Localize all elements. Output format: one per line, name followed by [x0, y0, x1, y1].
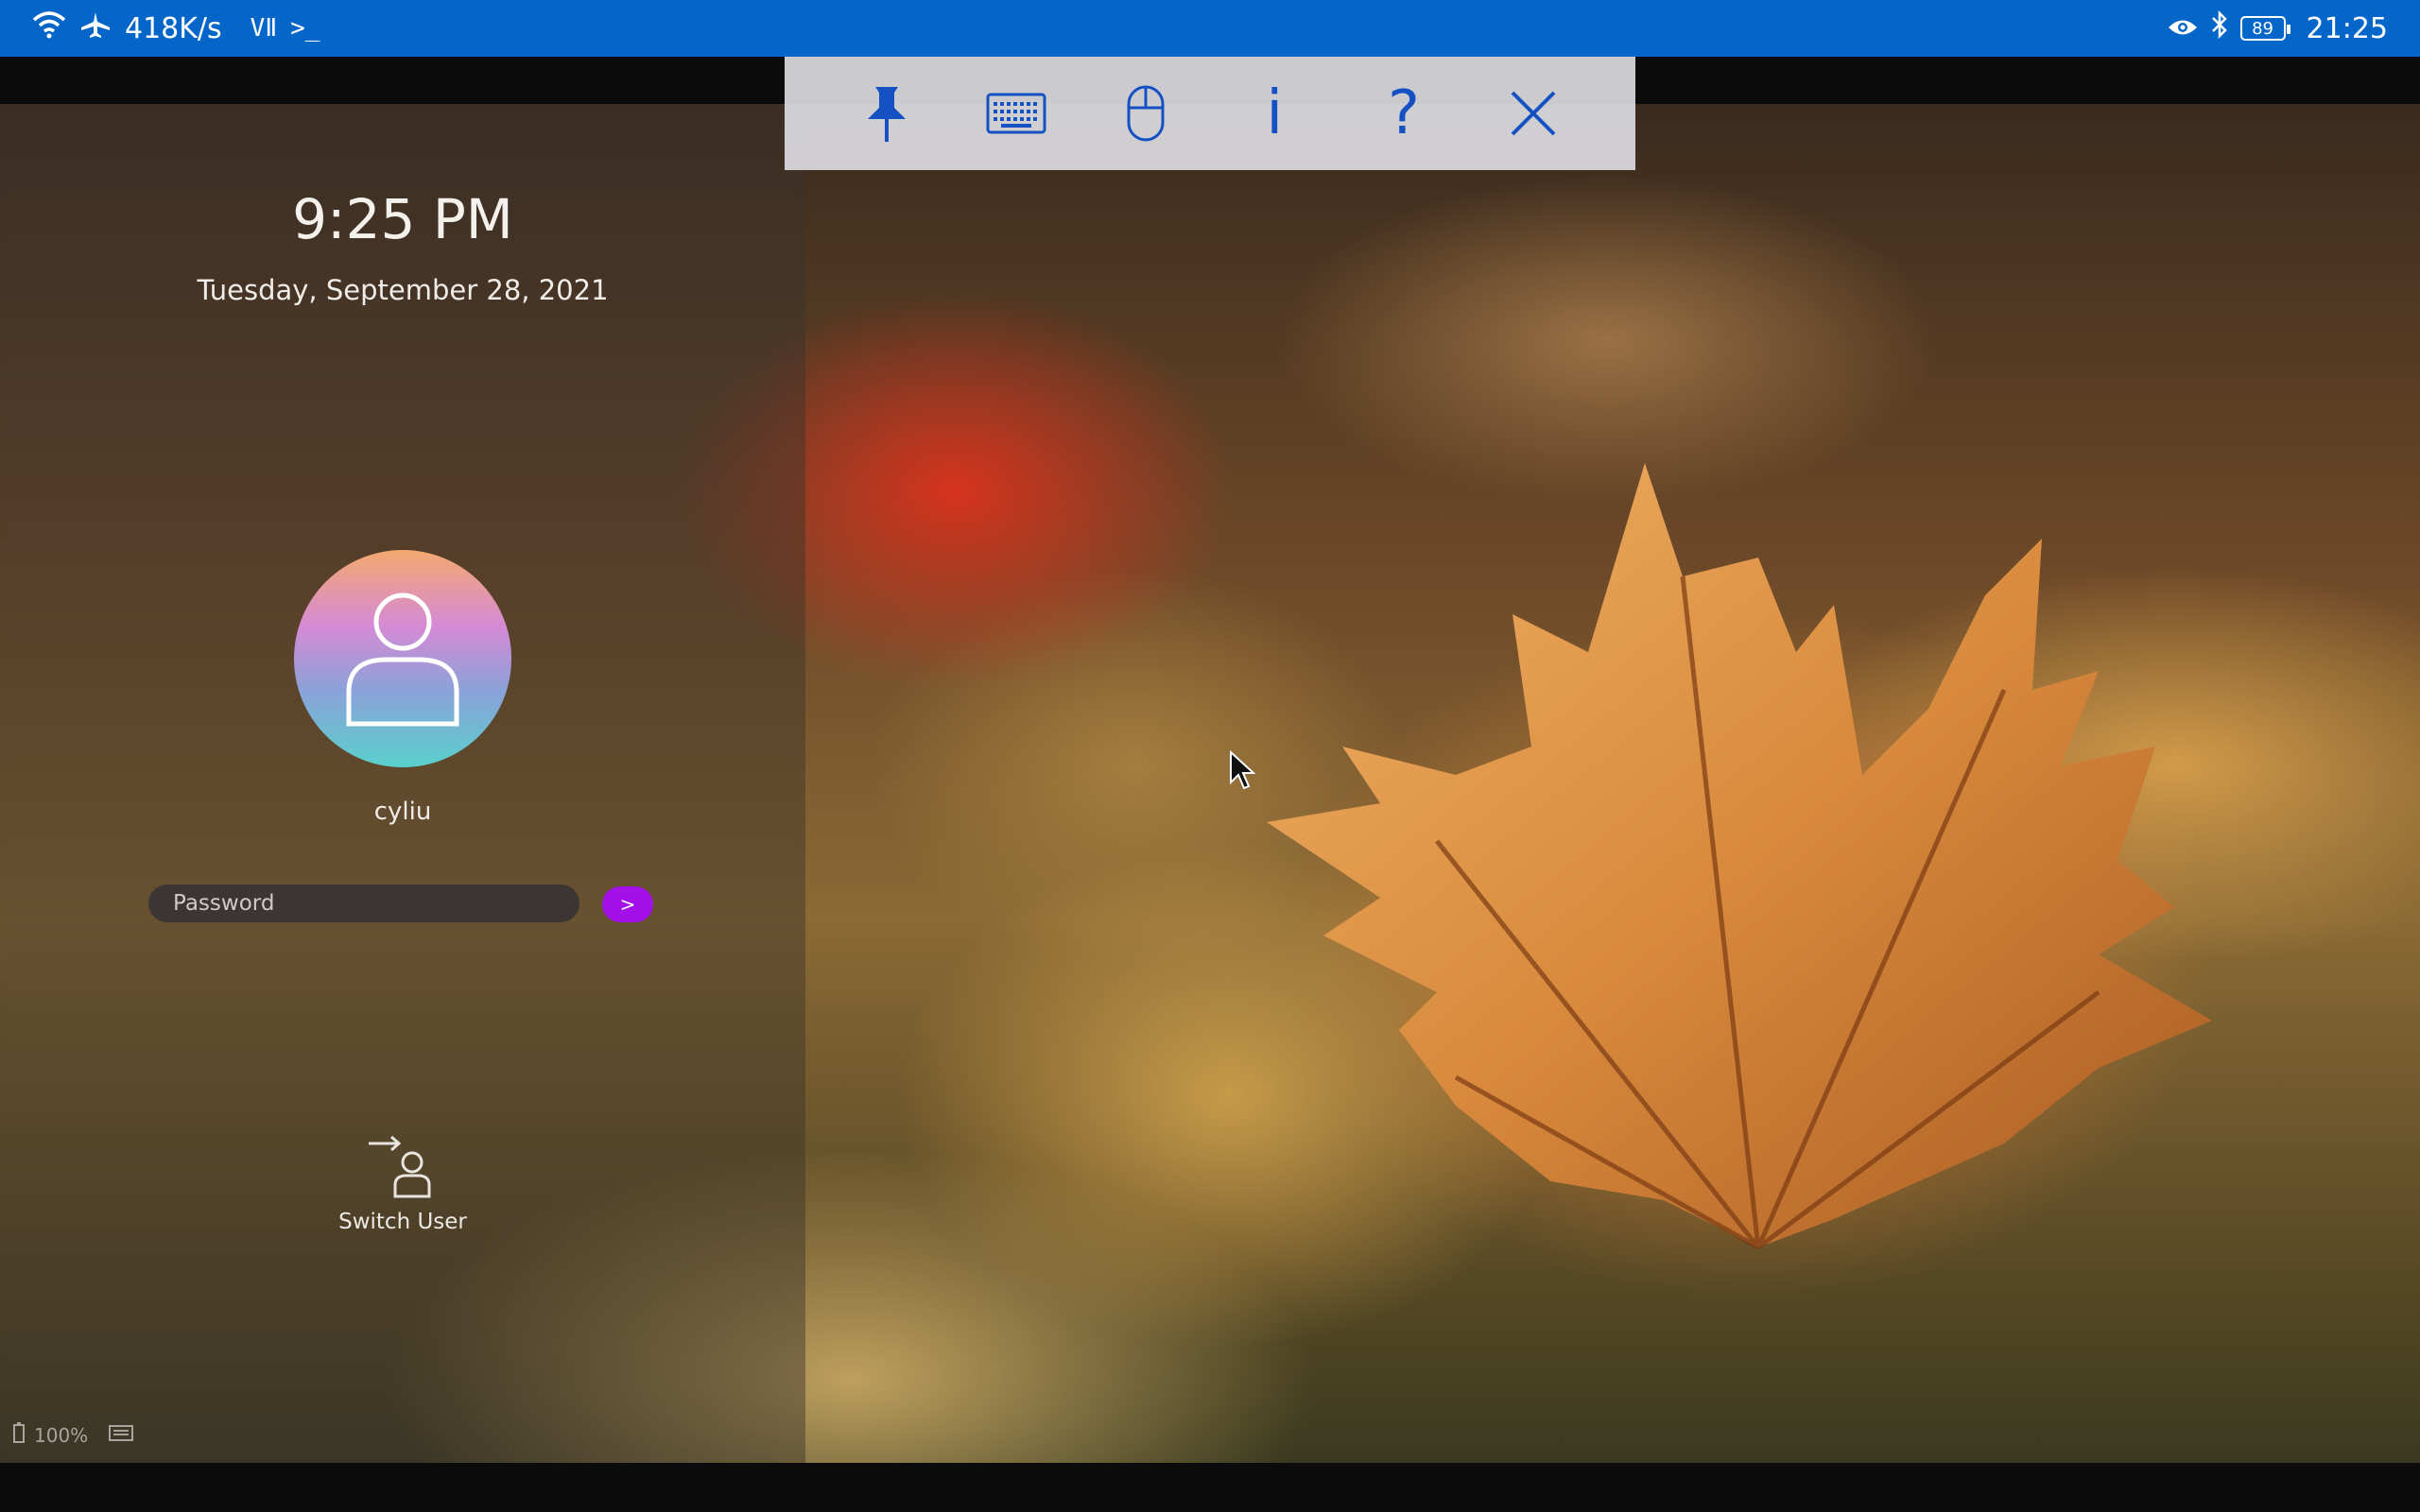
airplane-icon — [79, 10, 112, 46]
username-label: cyliu — [373, 798, 432, 826]
maple-leaf-image — [1267, 463, 2212, 1250]
network-speed: 418K/s — [125, 11, 222, 45]
switch-user-button[interactable]: Switch User — [308, 1134, 497, 1234]
login-panel — [0, 104, 805, 1463]
eye-icon — [2167, 12, 2199, 45]
status-bar-right: 89 21:25 — [2167, 0, 2388, 57]
info-icon: i — [1266, 78, 1284, 148]
lock-date: Tuesday, September 28, 2021 — [197, 274, 609, 306]
help-icon: ? — [1387, 78, 1420, 148]
info-button[interactable]: i — [1232, 71, 1317, 156]
close-button[interactable] — [1491, 71, 1576, 156]
battery-icon: 89 — [2239, 16, 2290, 41]
wifi-icon — [32, 10, 66, 46]
avatar[interactable] — [294, 550, 511, 767]
keyboard-small-icon[interactable] — [109, 1423, 134, 1447]
mouse-cursor-icon — [1230, 750, 1256, 790]
mouse-button[interactable] — [1103, 71, 1188, 156]
bottom-letterbox — [0, 1463, 2420, 1512]
android-status-bar: 418K/s VⅡ >_ 89 21:25 — [0, 0, 2420, 57]
user-icon — [346, 593, 459, 727]
switch-user-label: Switch User — [338, 1210, 467, 1234]
remote-toolbar: i ? — [785, 57, 1635, 170]
pin-button[interactable] — [844, 71, 929, 156]
lock-clock: 9:25 PM — [292, 187, 513, 251]
help-button[interactable]: ? — [1361, 71, 1446, 156]
terminal-icon: >_ — [290, 14, 320, 43]
password-input[interactable] — [148, 885, 579, 922]
volte-indicator: VⅡ — [250, 14, 278, 43]
battery-small-icon — [13, 1422, 25, 1448]
login-submit-button[interactable]: > — [602, 886, 653, 922]
status-time: 21:25 — [2306, 11, 2388, 45]
switch-user-icon — [369, 1135, 431, 1198]
mouse-icon — [1127, 85, 1165, 142]
battery-percent: 100% — [34, 1423, 89, 1447]
close-icon — [1511, 91, 1556, 136]
keyboard-icon — [986, 93, 1046, 134]
status-bar-left: 418K/s VⅡ >_ — [32, 0, 320, 57]
lock-bottom-status: 100% — [13, 1422, 134, 1448]
bluetooth-icon — [2210, 9, 2229, 46]
pin-icon — [868, 87, 907, 142]
battery-level: 89 — [2252, 18, 2273, 39]
keyboard-button[interactable] — [974, 71, 1059, 156]
